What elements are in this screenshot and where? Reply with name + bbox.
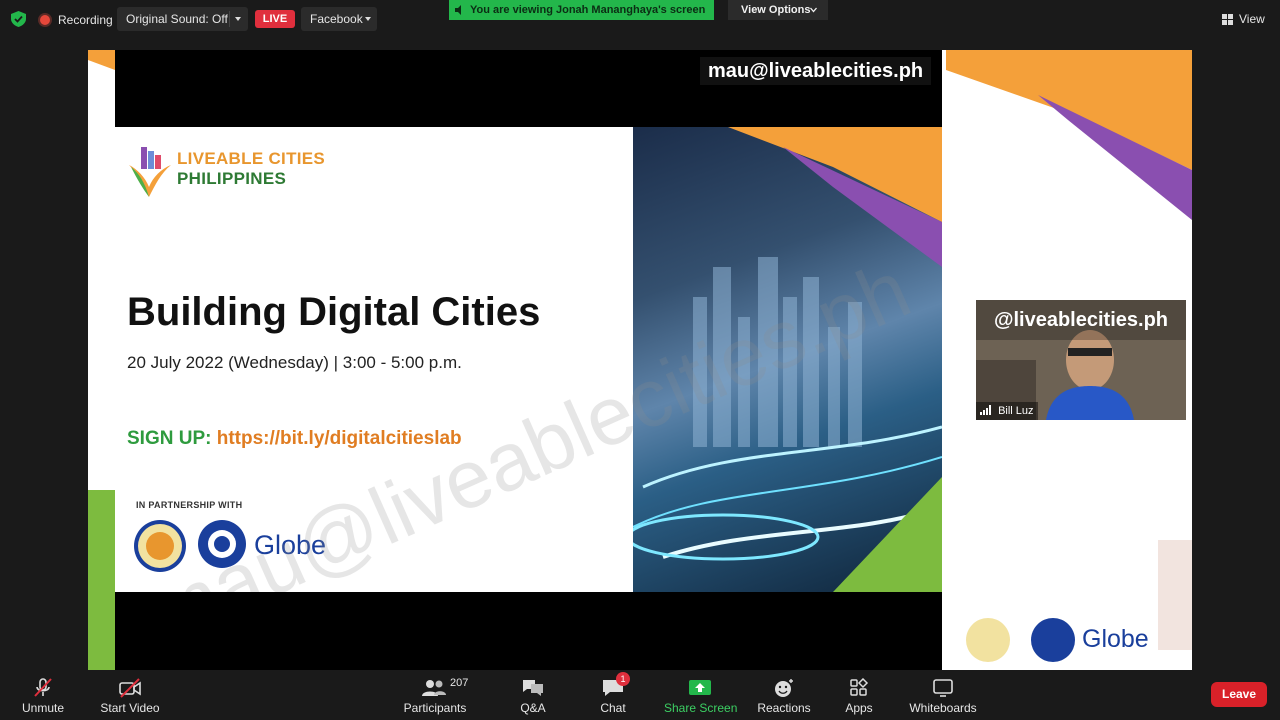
muted-microphone-icon bbox=[34, 678, 52, 697]
qa-label: Q&A bbox=[520, 701, 546, 715]
chevron-down-icon bbox=[810, 7, 817, 13]
reactions-button[interactable]: Reactions bbox=[756, 672, 812, 720]
stream-target-label: Facebook bbox=[310, 12, 363, 26]
share-screen-icon bbox=[689, 680, 711, 695]
start-video-button[interactable]: Start Video bbox=[100, 672, 160, 720]
participants-icon bbox=[422, 680, 446, 696]
viewing-screen-banner: You are viewing Jonah Mananghaya's scree… bbox=[449, 0, 714, 20]
video-handle-overlay: @liveablecities.ph bbox=[976, 300, 1186, 340]
apps-label: Apps bbox=[845, 701, 873, 715]
globe-logo-text: Globe bbox=[1082, 625, 1149, 653]
live-badge[interactable]: LIVE bbox=[255, 10, 295, 28]
original-sound-label: Original Sound: Off bbox=[126, 12, 228, 26]
participant-name-tag: Bill Luz bbox=[976, 402, 1038, 420]
view-button[interactable]: View bbox=[1222, 8, 1265, 30]
leave-button[interactable]: Leave bbox=[1211, 682, 1267, 707]
apps-button[interactable]: Apps bbox=[840, 672, 878, 720]
recording-indicator[interactable]: Recording bbox=[40, 9, 113, 31]
video-off-icon bbox=[119, 678, 141, 698]
participant-name: Bill Luz bbox=[998, 405, 1034, 417]
viewing-banner-text: You are viewing Jonah Mananghaya's scree… bbox=[470, 4, 706, 16]
email-overlay: mau@liveablecities.ph bbox=[700, 57, 932, 85]
record-dot-icon bbox=[40, 15, 50, 25]
partnership-label: IN PARTNERSHIP WITH bbox=[136, 500, 243, 510]
reactions-emoji-icon bbox=[775, 679, 793, 697]
stream-target-dropdown[interactable]: Facebook bbox=[301, 7, 377, 31]
signal-strength-icon bbox=[980, 405, 991, 415]
chat-label: Chat bbox=[600, 701, 626, 715]
unmute-label: Unmute bbox=[21, 701, 65, 715]
chat-badge: 1 bbox=[616, 672, 630, 686]
slide-date: 20 July 2022 (Wednesday) | 3:00 - 5:00 p… bbox=[127, 353, 462, 372]
signup-url: https://bit.ly/digitalcitieslab bbox=[216, 428, 462, 449]
speaker-icon bbox=[455, 5, 461, 15]
participants-count: 207 bbox=[450, 677, 469, 689]
signup-key: SIGN UP: bbox=[127, 428, 212, 449]
liveable-cities-logo-icon bbox=[129, 147, 171, 197]
whiteboards-label: Whiteboards bbox=[909, 701, 977, 715]
reactions-label: Reactions bbox=[757, 701, 811, 715]
start-video-label: Start Video bbox=[100, 701, 160, 715]
participant-video-tile[interactable]: @liveablecities.ph Bill Luz bbox=[976, 300, 1186, 420]
view-options-button[interactable]: View Options bbox=[728, 0, 828, 20]
participants-label: Participants bbox=[403, 701, 467, 715]
presentation-slide: LIVEABLE CITIES PHILIPPINES Building Dig… bbox=[115, 127, 942, 592]
participants-button[interactable]: 207 Participants bbox=[402, 672, 469, 720]
unmute-button[interactable]: Unmute bbox=[14, 672, 72, 720]
whiteboards-button[interactable]: Whiteboards bbox=[906, 672, 980, 720]
chat-button[interactable]: 1 Chat bbox=[593, 672, 633, 720]
meeting-top-bar: Recording Original Sound: Off LIVE Faceb… bbox=[0, 0, 1280, 40]
signup-line: SIGN UP: https://bit.ly/digitalcitieslab bbox=[127, 428, 462, 450]
whiteboard-icon bbox=[933, 679, 953, 697]
meeting-toolbar: Unmute Start Video 207 Participants Q&A bbox=[0, 672, 1280, 720]
view-label: View bbox=[1239, 12, 1265, 26]
gallery-grid-icon bbox=[1222, 13, 1233, 25]
qa-button[interactable]: Q&A bbox=[513, 672, 553, 720]
share-screen-label: Share Screen bbox=[664, 701, 738, 715]
divider bbox=[229, 11, 230, 27]
view-options-label: View Options bbox=[741, 4, 811, 16]
logo-text-line2: PHILIPPINES bbox=[177, 169, 287, 188]
chevron-down-icon bbox=[365, 17, 371, 21]
security-shield-icon[interactable] bbox=[11, 11, 26, 27]
slide-title: Building Digital Cities bbox=[127, 290, 541, 334]
recording-label: Recording bbox=[58, 13, 113, 27]
apps-icon bbox=[850, 678, 869, 696]
original-sound-toggle[interactable]: Original Sound: Off bbox=[117, 7, 248, 31]
share-screen-button[interactable]: Share Screen bbox=[664, 672, 738, 720]
qa-icon bbox=[523, 680, 543, 696]
chevron-down-icon[interactable] bbox=[235, 17, 241, 21]
logo-text-line1: LIVEABLE CITIES bbox=[177, 149, 326, 168]
